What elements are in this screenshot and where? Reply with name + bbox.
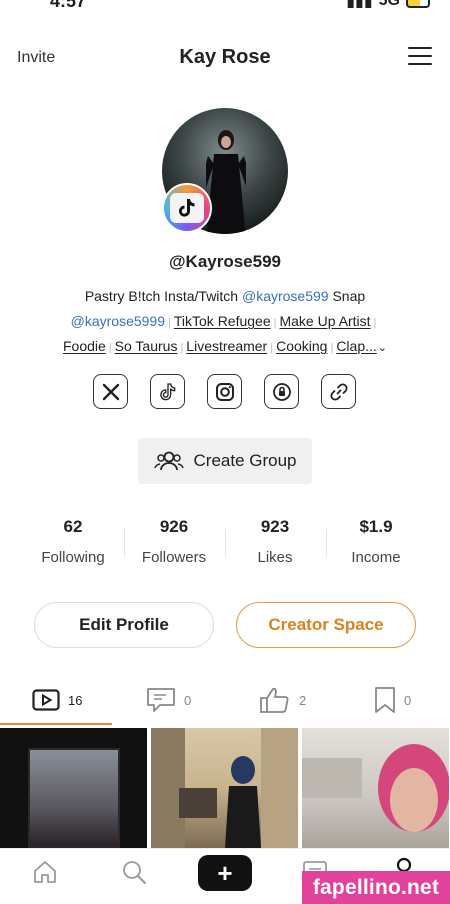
profile-header: Invite Kay Rose	[0, 40, 450, 76]
bio-snap-link[interactable]: @kayrose5999	[71, 313, 165, 329]
like-icon	[260, 687, 289, 713]
tab-count: 2	[299, 692, 307, 708]
bio-tag[interactable]: Livestreamer	[186, 338, 267, 354]
bio-tag[interactable]: So Taurus	[115, 338, 178, 354]
instagram-icon[interactable]	[207, 374, 242, 409]
stat-label: Followers	[141, 549, 207, 566]
battery-icon	[406, 0, 430, 8]
tab-likes[interactable]: 2	[259, 678, 306, 722]
bookmark-icon	[375, 687, 395, 713]
group-icon	[153, 451, 184, 471]
bio-text: Pastry B!tch Insta/Twitch	[84, 288, 242, 304]
tab-videos[interactable]: 16	[32, 678, 82, 722]
tiktok-icon[interactable]	[150, 374, 185, 409]
bio-line-2: @kayrose5999 | TikTok Refugee | Make Up Arti…	[70, 313, 377, 329]
stat-label: Likes	[257, 549, 293, 566]
social-links	[93, 374, 356, 409]
video-thumbnail[interactable]	[151, 728, 298, 848]
tab-saved[interactable]: 0	[374, 678, 411, 722]
page-title: Kay Rose	[179, 46, 271, 68]
video-icon	[32, 689, 60, 711]
bio-mention-link[interactable]: @kayrose599	[242, 288, 329, 304]
bio-tag[interactable]: Foodie	[63, 338, 106, 354]
profile-stats: 62 Following 926 Followers 923 Likes $1.…	[0, 517, 450, 577]
stat-income[interactable]: $1.9 Income	[326, 517, 426, 566]
signal-icon: ▮▮▮	[346, 0, 373, 10]
create-group-button[interactable]: Create Group	[138, 438, 312, 484]
link-icon[interactable]	[321, 374, 356, 409]
creator-space-button[interactable]: Creator Space	[236, 602, 416, 648]
bio-line-1: Pastry B!tch Insta/Twitch @kayrose599 Sn…	[0, 287, 450, 305]
video-grid	[0, 728, 450, 848]
hamburger-menu-icon[interactable]	[408, 47, 432, 69]
thumbnail-image	[302, 744, 449, 832]
bio-line-3: Foodie | So Taurus | Livestreamer | Cooking | Cl…	[62, 338, 387, 354]
video-thumbnail[interactable]	[0, 728, 147, 848]
home-icon[interactable]	[32, 859, 58, 885]
x-icon[interactable]	[93, 374, 128, 409]
tab-comments[interactable]: 0	[146, 678, 191, 722]
stat-likes[interactable]: 923 Likes	[225, 517, 325, 566]
bio-text-tail: Snap	[328, 288, 366, 304]
stat-value: 923	[260, 517, 290, 536]
invite-button[interactable]: Invite	[17, 49, 55, 67]
video-thumbnail[interactable]	[302, 728, 449, 848]
profile-handle: @Kayrose599	[168, 252, 282, 271]
edit-profile-button[interactable]: Edit Profile	[34, 602, 214, 648]
status-bar: 4:57 ▮▮▮ 5G	[0, 0, 450, 12]
watermark: fapellino.net	[302, 871, 450, 904]
status-indicators: ▮▮▮ 5G	[346, 0, 430, 11]
search-icon[interactable]	[121, 859, 147, 885]
bio-tag[interactable]: Cooking	[276, 338, 327, 354]
bio-tag[interactable]: TikTok Refugee	[174, 313, 271, 329]
stat-label: Following	[41, 549, 105, 566]
stat-followers[interactable]: 926 Followers	[124, 517, 224, 566]
bio-tag[interactable]: Clap...	[336, 338, 376, 354]
stat-value: $1.9	[359, 517, 393, 536]
stat-following[interactable]: 62 Following	[23, 517, 123, 566]
active-tab-indicator	[0, 723, 112, 725]
stat-value: 926	[159, 517, 189, 536]
create-group-label: Create Group	[193, 451, 297, 470]
tab-count: 0	[404, 692, 412, 708]
chevron-down-icon[interactable]: ⌄	[378, 342, 387, 354]
tab-count: 0	[184, 692, 192, 708]
stat-label: Income	[351, 549, 401, 566]
avatar-photo	[206, 130, 246, 234]
onlyfans-icon[interactable]	[264, 374, 299, 409]
network-label: 5G	[378, 0, 400, 9]
status-time: 4:57	[50, 0, 87, 11]
content-tabs: 16 0 2 0	[0, 678, 450, 726]
thumbnail-image	[151, 728, 298, 848]
create-post-button[interactable]: +	[198, 855, 252, 891]
tab-count: 16	[68, 692, 83, 708]
tiktok-badge-icon	[162, 183, 212, 233]
thumbnail-image	[28, 748, 120, 848]
bio-tag[interactable]: Make Up Artist	[279, 313, 370, 329]
stat-value: 62	[63, 517, 83, 536]
comment-icon	[147, 688, 175, 712]
